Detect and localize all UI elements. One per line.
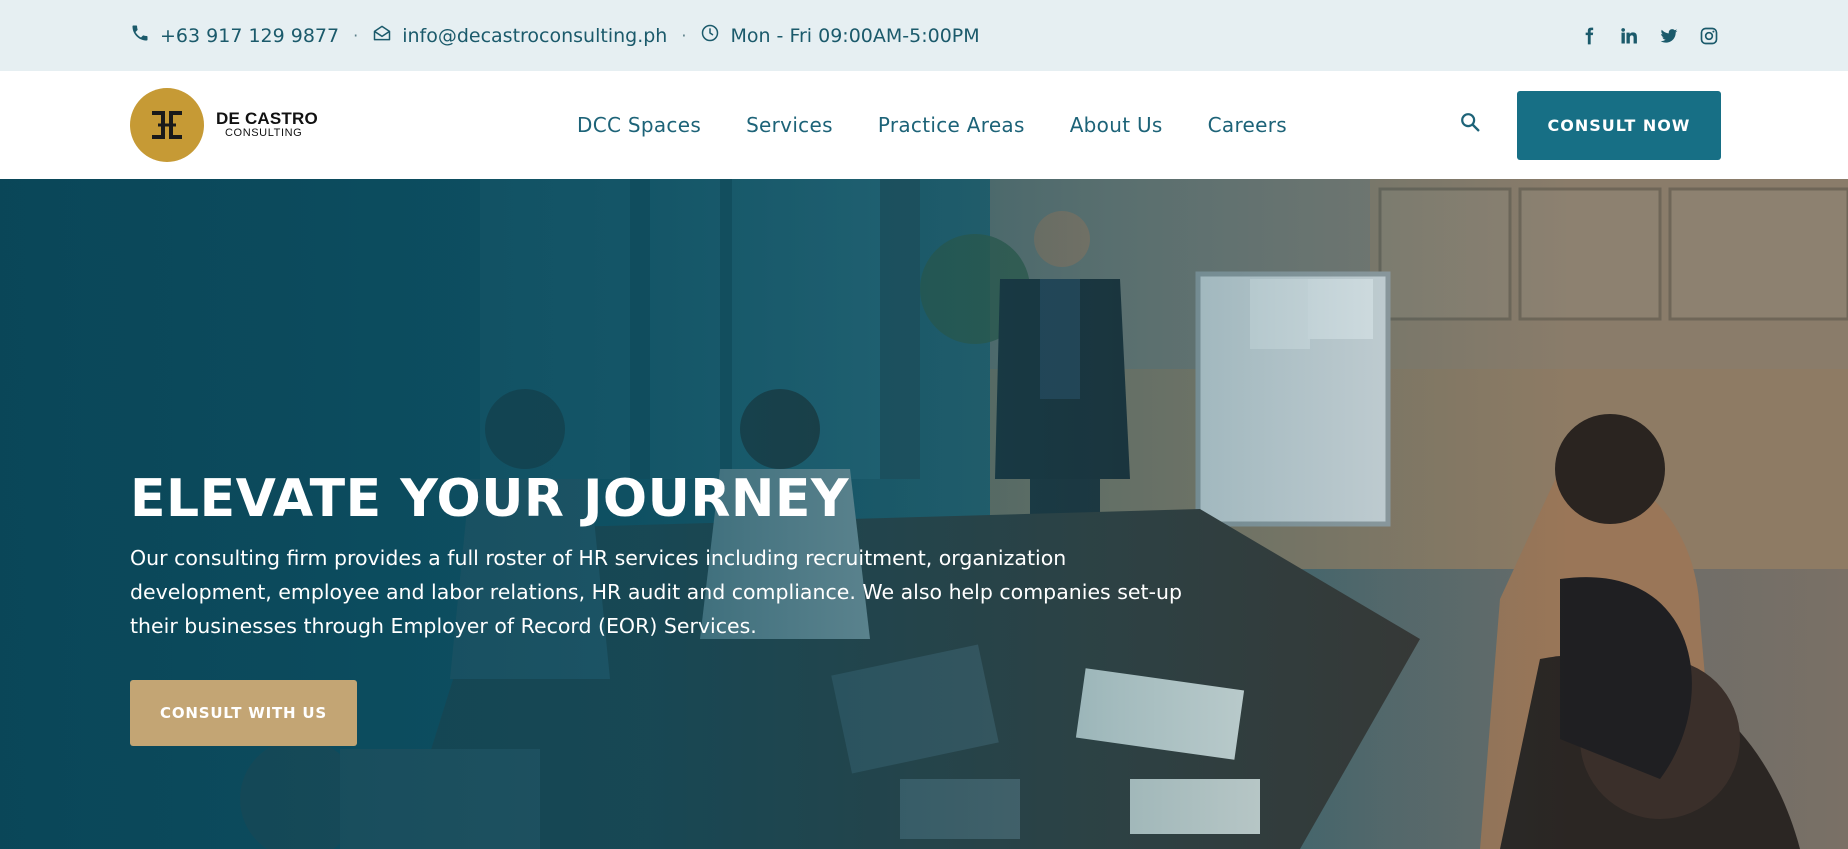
consult-with-us-button[interactable]: CONSULT WITH US — [130, 680, 357, 746]
twitter-icon[interactable] — [1658, 25, 1680, 47]
hours-text: Mon - Fri 09:00AM-5:00PM — [730, 24, 980, 47]
phone-icon — [130, 23, 150, 48]
phone-number[interactable]: +63 917 129 9877 — [160, 25, 339, 47]
logo-line-2: CONSULTING — [225, 127, 303, 140]
hero-title: ELEVATE YOUR JOURNEY — [130, 469, 850, 529]
nav-item-about-us[interactable]: About Us — [1070, 113, 1163, 137]
company-logo[interactable]: DE CASTRO CONSULTING — [130, 88, 318, 162]
social-links — [1578, 0, 1720, 71]
hero-section: ELEVATE YOUR JOURNEY Our consulting firm… — [0, 179, 1848, 849]
search-icon — [1459, 111, 1481, 137]
office-hours: Mon - Fri 09:00AM-5:00PM — [700, 23, 980, 48]
logo-line-1: DE CASTRO — [216, 109, 318, 129]
main-navbar: DE CASTRO CONSULTING DCC Spaces Services… — [0, 71, 1848, 179]
separator-dot: · — [353, 26, 359, 45]
envelope-open-icon — [372, 23, 392, 48]
separator-dot: · — [681, 26, 687, 45]
nav-item-practice-areas[interactable]: Practice Areas — [878, 113, 1025, 137]
top-bar: +63 917 129 9877 · info@decastroconsulti… — [0, 0, 1848, 71]
email-contact[interactable]: info@decastroconsulting.ph — [372, 23, 667, 48]
nav-item-careers[interactable]: Careers — [1208, 113, 1287, 137]
instagram-icon[interactable] — [1698, 25, 1720, 47]
primary-menu: DCC Spaces Services Practice Areas About… — [577, 71, 1287, 179]
search-button[interactable] — [1458, 112, 1482, 136]
contact-info: +63 917 129 9877 · info@decastroconsulti… — [130, 0, 980, 71]
consult-now-button[interactable]: CONSULT NOW — [1517, 91, 1721, 160]
logo-emblem — [130, 88, 204, 162]
phone-contact[interactable]: +63 917 129 9877 — [130, 23, 339, 48]
hero-description: Our consulting firm provides a full rost… — [130, 546, 1182, 638]
clock-icon — [700, 23, 720, 48]
email-address[interactable]: info@decastroconsulting.ph — [402, 25, 667, 47]
nav-item-services[interactable]: Services — [746, 113, 833, 137]
logo-wordmark: DE CASTRO CONSULTING — [216, 110, 318, 139]
nav-item-dcc-spaces[interactable]: DCC Spaces — [577, 113, 701, 137]
linkedin-icon[interactable] — [1618, 25, 1640, 47]
facebook-icon[interactable] — [1578, 25, 1600, 47]
